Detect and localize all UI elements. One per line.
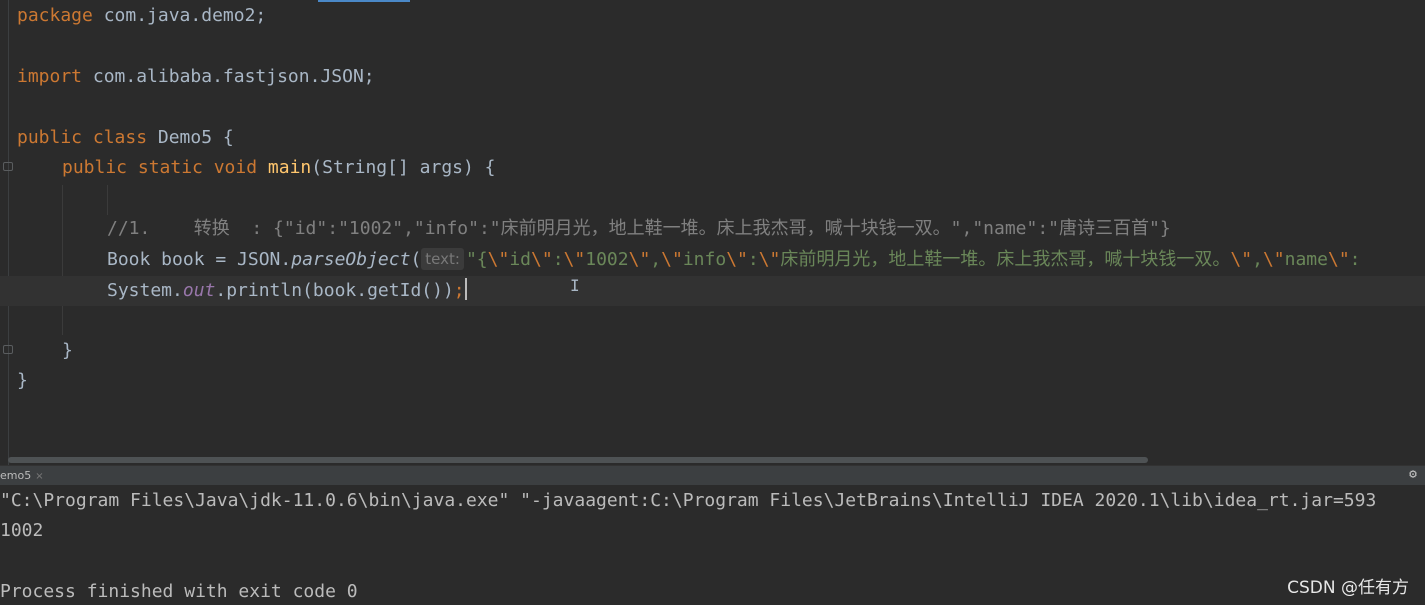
horizontal-scrollbar[interactable] bbox=[8, 457, 1148, 463]
escape-seq: \" bbox=[531, 249, 553, 270]
string-literal: 1002 bbox=[585, 249, 629, 270]
brace: } bbox=[62, 340, 73, 361]
string-literal: 床前明月光，地上鞋一堆。床上我杰哥，喊十块钱一双。 bbox=[780, 249, 1231, 270]
comment-text: : {"id":"1002","info":" bbox=[229, 218, 501, 239]
run-tool-window-header: emo5 × ⚙ bbox=[0, 465, 1425, 485]
escape-seq: \" bbox=[726, 249, 748, 270]
code-line-package[interactable]: package com.java.demo2; bbox=[17, 1, 266, 31]
keyword: import bbox=[17, 66, 83, 87]
escape-seq: \" bbox=[487, 249, 510, 270]
indent-guide bbox=[62, 185, 63, 335]
method-call: parseObject bbox=[291, 249, 411, 270]
console-line-output: 1002 bbox=[0, 520, 44, 541]
string-literal: : bbox=[1349, 249, 1361, 270]
string-literal: id bbox=[509, 249, 532, 270]
keyword: public static void bbox=[62, 157, 258, 178]
close-icon[interactable]: × bbox=[35, 471, 43, 482]
watermark: CSDN @任有方 bbox=[1287, 578, 1409, 598]
comment-text: 床前明月光，地上鞋一堆。床上我杰哥，喊十块钱一双。 bbox=[500, 218, 951, 239]
escape-seq: \" bbox=[1327, 249, 1350, 270]
escape-seq: \" bbox=[661, 249, 683, 270]
escape-seq: \" bbox=[1262, 249, 1285, 270]
ibeam-cursor-icon: I bbox=[570, 276, 580, 295]
console-line-command: "C:\Program Files\Java\jdk-11.0.6\bin\ja… bbox=[0, 490, 1377, 511]
code-line-import[interactable]: import com.alibaba.fastjson.JSON; bbox=[17, 62, 375, 92]
comment-text: "} bbox=[1149, 218, 1171, 239]
console-line-exit: Process finished with exit code 0 bbox=[0, 581, 358, 602]
comment-text: 转换 bbox=[193, 218, 230, 239]
indent-guide bbox=[107, 185, 108, 215]
code-text: .println(book.getId()) bbox=[215, 280, 454, 301]
code-line-close-class[interactable]: } bbox=[17, 366, 28, 396]
gutter-divider bbox=[8, 0, 9, 465]
code-text: Book book = JSON. bbox=[107, 249, 292, 270]
code-line-close-method[interactable]: } bbox=[62, 336, 73, 366]
escape-seq: \" bbox=[758, 249, 781, 270]
class-decl: Demo5 { bbox=[147, 127, 234, 148]
string-literal: : bbox=[747, 249, 759, 270]
string-literal: name bbox=[1284, 249, 1328, 270]
escape-seq: \" bbox=[563, 249, 586, 270]
code-text: ( bbox=[410, 249, 422, 270]
method-name: main bbox=[267, 157, 312, 178]
fold-icon[interactable] bbox=[3, 162, 13, 171]
code-line-class[interactable]: public class Demo5 { bbox=[17, 123, 234, 153]
fold-icon[interactable] bbox=[3, 345, 13, 354]
code-line-main[interactable]: public static void main(String[] args) { bbox=[62, 153, 496, 183]
semicolon: ; bbox=[453, 280, 465, 301]
code-editor[interactable]: package com.java.demo2; import com.aliba… bbox=[0, 0, 1425, 465]
string-literal: info bbox=[682, 249, 727, 270]
text-caret bbox=[464, 278, 467, 300]
active-tab-indicator bbox=[318, 0, 410, 2]
string-literal: , bbox=[650, 249, 662, 270]
method-params: (String[] args) { bbox=[311, 157, 496, 178]
code-text: System. bbox=[107, 280, 183, 301]
escape-seq: \" bbox=[628, 249, 651, 270]
parameter-hint: text: bbox=[421, 248, 464, 270]
string-literal: : bbox=[552, 249, 564, 270]
run-tab-label: emo5 bbox=[0, 469, 32, 482]
string-literal: "{ bbox=[465, 249, 488, 270]
brace: } bbox=[17, 370, 28, 391]
escape-seq: \" bbox=[1230, 249, 1253, 270]
code-line-comment[interactable]: //1. 转换 : {"id":"1002","info":"床前明月光，地上鞋… bbox=[107, 214, 1171, 244]
string-literal: , bbox=[1252, 249, 1263, 270]
import-path: com.alibaba.fastjson.JSON; bbox=[82, 66, 375, 87]
comment-text: ","name":" bbox=[950, 218, 1060, 239]
code-line-parse[interactable]: Book book = JSON.parseObject(text: "{\"id… bbox=[107, 245, 1361, 275]
keyword: public class bbox=[17, 127, 148, 148]
gear-icon[interactable]: ⚙ bbox=[1409, 467, 1417, 482]
run-tab[interactable]: emo5 × bbox=[0, 466, 48, 485]
run-console[interactable]: "C:\Program Files\Java\jdk-11.0.6\bin\ja… bbox=[0, 485, 1425, 605]
package-name: com.java.demo2; bbox=[92, 5, 267, 26]
keyword: package bbox=[17, 5, 93, 26]
comment-text: 唐诗三百首 bbox=[1059, 218, 1150, 239]
comment-text: //1. bbox=[107, 218, 194, 239]
code-line-println[interactable]: System.out.println(book.getId()); bbox=[107, 276, 467, 306]
static-field: out bbox=[182, 280, 216, 301]
